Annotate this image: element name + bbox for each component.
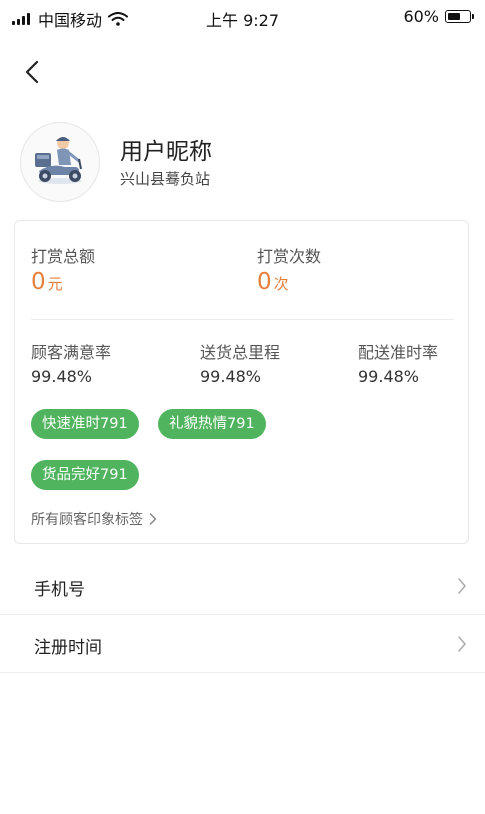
status-right: 60% <box>403 7 474 26</box>
profile-header: 用户昵称 兴山县蓦负站 <box>20 122 465 202</box>
stats-card: 打赏总额 0元 打赏次数 0次 顾客满意率 99.48% 送货总里程 99.48… <box>14 220 469 544</box>
row-phone-label: 手机号 <box>34 580 85 600</box>
chevron-right-icon <box>458 636 466 652</box>
chevron-right-icon <box>458 578 466 594</box>
reward-total-number: 0 <box>31 269 46 295</box>
mileage-label: 送货总里程 <box>200 343 281 362</box>
back-button[interactable] <box>16 56 48 88</box>
reward-count-unit: 次 <box>273 275 289 293</box>
tag-goods-intact[interactable]: 货品完好791 <box>31 460 139 490</box>
status-bar: 中国移动 上午 9:27 60% <box>0 0 485 34</box>
chevron-right-icon <box>149 513 157 525</box>
all-tags-label: 所有顾客印象标签 <box>31 512 143 528</box>
row-phone[interactable]: 手机号 <box>0 559 485 615</box>
ontime-rate-value: 99.48% <box>358 367 420 386</box>
reward-total-unit: 元 <box>47 275 63 293</box>
ontime-rate-label: 配送准时率 <box>358 343 439 362</box>
station-name: 兴山县蓦负站 <box>120 170 211 188</box>
reward-count-label: 打赏次数 <box>257 247 322 266</box>
satisfaction-label: 顾客满意率 <box>31 343 112 362</box>
avatar[interactable] <box>20 122 100 202</box>
all-tags-link[interactable]: 所有顾客印象标签 <box>31 509 157 529</box>
tag-fast-ontime[interactable]: 快速准时791 <box>31 409 139 439</box>
row-register-time-label: 注册时间 <box>34 638 102 658</box>
reward-count-number: 0 <box>257 269 272 295</box>
satisfaction-value: 99.48% <box>31 367 93 386</box>
reward-count-value: 0次 <box>257 269 289 295</box>
reward-total-value: 0元 <box>31 269 63 295</box>
reward-total-label: 打赏总额 <box>31 247 96 266</box>
card-divider <box>31 319 454 320</box>
user-nickname: 用户昵称 <box>120 139 212 165</box>
mileage-value: 99.48% <box>200 367 262 386</box>
battery-icon <box>445 10 474 23</box>
row-register-time[interactable]: 注册时间 <box>0 617 485 673</box>
battery-percent: 60% <box>403 7 439 26</box>
tag-polite[interactable]: 礼貌热情791 <box>158 409 266 439</box>
back-arrow-icon <box>25 60 39 84</box>
delivery-scooter-avatar <box>35 137 82 184</box>
